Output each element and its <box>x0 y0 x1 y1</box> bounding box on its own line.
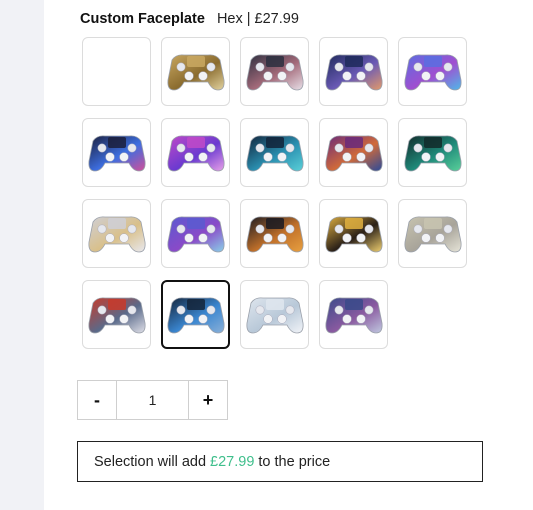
summary-price: £27.99 <box>210 453 255 470</box>
faceplate-swatch[interactable] <box>319 280 388 349</box>
faceplate-swatch[interactable] <box>319 37 388 106</box>
controller-faceplate-icon <box>245 215 304 252</box>
quantity-input[interactable] <box>117 380 188 420</box>
faceplate-swatch[interactable] <box>398 199 467 268</box>
summary-prefix: Selection will add <box>94 453 207 470</box>
price-summary-box: Selection will add £27.99 to the price <box>77 441 483 482</box>
faceplate-swatch[interactable] <box>240 37 309 106</box>
option-selected-value: Hex | £27.99 <box>216 11 299 27</box>
faceplate-swatch-none[interactable] <box>82 37 151 106</box>
faceplate-swatch[interactable] <box>398 37 467 106</box>
faceplate-swatch[interactable] <box>161 118 230 187</box>
faceplate-swatch[interactable] <box>161 199 230 268</box>
controller-faceplate-icon <box>245 296 304 333</box>
option-header: Custom Faceplate Hex | £27.99 <box>80 10 299 28</box>
controller-faceplate-icon <box>87 296 146 333</box>
controller-faceplate-icon <box>403 215 462 252</box>
faceplate-swatch[interactable] <box>319 118 388 187</box>
left-sidebar-strip <box>0 0 44 510</box>
controller-faceplate-icon <box>166 134 225 171</box>
faceplate-swatch[interactable] <box>82 199 151 268</box>
controller-faceplate-icon <box>166 53 225 90</box>
controller-faceplate-icon <box>87 215 146 252</box>
faceplate-swatch[interactable] <box>161 37 230 106</box>
quantity-increase-button[interactable]: + <box>188 380 228 420</box>
faceplate-swatch[interactable] <box>398 118 467 187</box>
controller-faceplate-icon <box>324 215 383 252</box>
faceplate-swatch[interactable] <box>161 280 230 349</box>
controller-faceplate-icon <box>403 53 462 90</box>
controller-faceplate-icon <box>245 53 304 90</box>
controller-faceplate-icon <box>324 53 383 90</box>
summary-suffix: to the price <box>258 453 331 470</box>
controller-faceplate-icon <box>245 134 304 171</box>
option-title: Custom Faceplate <box>80 11 205 27</box>
quantity-decrease-button[interactable]: - <box>77 380 117 420</box>
quantity-stepper: - + <box>77 380 228 420</box>
controller-faceplate-icon <box>166 215 225 252</box>
faceplate-swatch[interactable] <box>240 118 309 187</box>
controller-faceplate-icon <box>166 296 225 333</box>
controller-faceplate-icon <box>87 134 146 171</box>
faceplate-swatch[interactable] <box>240 280 309 349</box>
faceplate-swatch[interactable] <box>82 280 151 349</box>
faceplate-swatch[interactable] <box>82 118 151 187</box>
faceplate-swatch[interactable] <box>240 199 309 268</box>
controller-faceplate-icon <box>403 134 462 171</box>
faceplate-swatch[interactable] <box>319 199 388 268</box>
controller-faceplate-icon <box>324 134 383 171</box>
controller-faceplate-icon <box>324 296 383 333</box>
